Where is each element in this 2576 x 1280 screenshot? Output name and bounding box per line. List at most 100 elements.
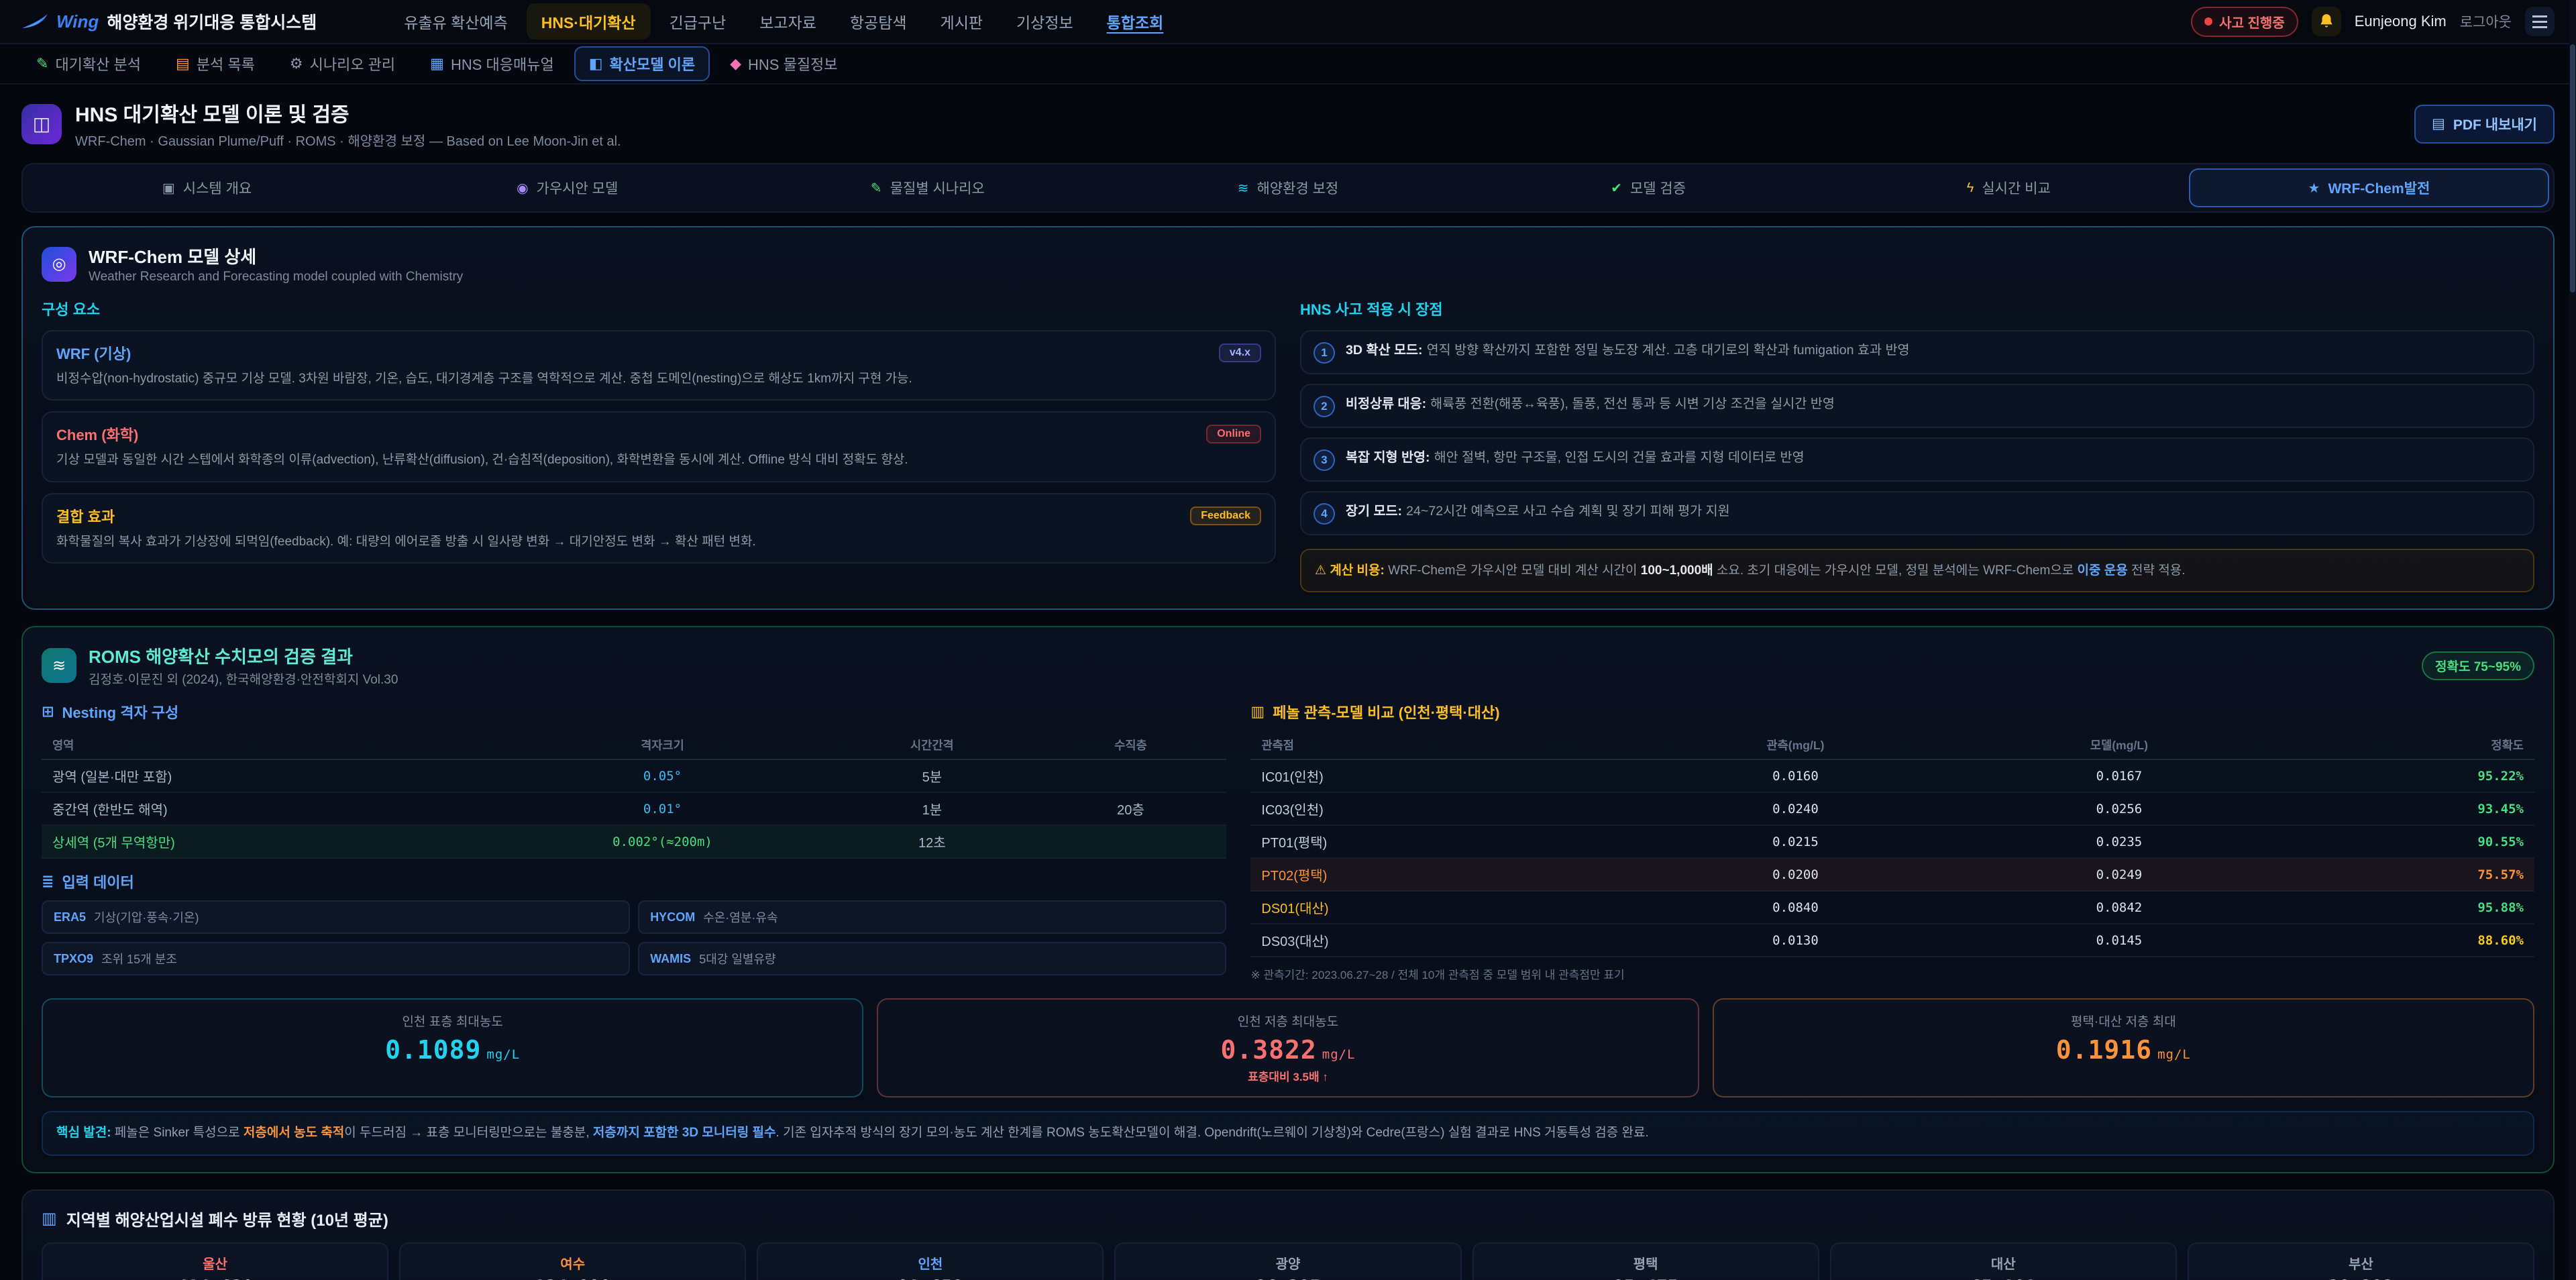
brand-mark: Wing [56,11,99,32]
page-header: ◫ HNS 대기확산 모델 이론 및 검증 WRF-Chem · Gaussia… [0,85,2576,160]
list-icon: ▤ [176,55,190,72]
pencil-icon: ✎ [36,55,48,72]
subnav-item-hns-substance-info[interactable]: ◆ HNS 물질정보 [715,46,852,81]
nesting-heading: ⊞ Nesting 격자 구성 [42,701,1226,723]
inputs-title: 입력 데이터 [62,871,133,892]
component-name: WRF (기상) [56,342,131,364]
cell-model: 0.0235 [1957,835,2281,849]
tab-gaussian-model[interactable]: ◉가우시안 모델 [387,168,747,207]
subnav-item-dispersion-analysis[interactable]: ✎ 대기확산 분석 [21,46,156,81]
phenol-heading: ▥ 페놀 관측-모델 비교 (인천·평택·대산) [1250,701,2534,723]
notifications-button[interactable] [2312,7,2341,36]
pencil-icon: ✎ [871,180,882,197]
advantage-text: 24~72시간 예측으로 사고 수습 계획 및 장기 피해 평가 지원 [1406,504,1730,519]
menu-toggle-button[interactable] [2525,7,2555,36]
cell-accuracy: 90.55% [2281,835,2524,849]
subnav-label: HNS 대응매뉴얼 [451,53,554,74]
tab-model-validation[interactable]: ✔모델 검증 [1468,168,1829,207]
discharge-heading: ▥ 지역별 해양산업시설 폐수 방류 현황 (10년 평균) [42,1207,2534,1230]
nav-item-hns-dispersion[interactable]: HNS·대기확산 [527,3,651,40]
subnav-item-analysis-list[interactable]: ▤ 분석 목록 [161,46,270,81]
cell-model: 0.0249 [1957,867,2281,882]
nav-item-oil-spill[interactable]: 유출유 확산예측 [389,3,523,40]
table-row: IC03(인천) 0.0240 0.0256 93.45% [1250,793,2534,826]
metric-label: 인천 저층 최대농도 [892,1012,1684,1030]
metric-label: 인천 표층 최대농도 [56,1012,849,1030]
wave-icon: ≋ [42,648,76,683]
subnav-item-hns-manual[interactable]: ▦ HNS 대응매뉴얼 [415,46,569,81]
wrf-card-title: WRF-Chem 모델 상세 [89,244,463,268]
region-stat-gwangyang: 광양 86,395 m³/일 741 kg/일 [1114,1242,1461,1280]
metric-value: 0.3822 [1220,1035,1316,1065]
number-badge: 1 [1313,342,1335,364]
page-icon: ◫ [21,104,62,144]
cell-accuracy: 93.45% [2281,802,2524,816]
phenol-table-note: ※ 관측기간: 2023.06.27~28 / 전체 10개 관측점 중 모델 … [1250,965,2534,982]
table-row: IC01(인천) 0.0160 0.0167 95.22% [1250,760,2534,793]
nesting-title: Nesting 격자 구성 [62,701,178,723]
wrf-components-column: 구성 요소 WRF (기상) v4.x 비정수압(non-hydrostatic… [42,298,1276,592]
advantage-item: 3 복잡 지형 반영:해안 절벽, 항만 구조물, 인접 도시의 건물 효과를 … [1300,437,2534,482]
advantage-text: 해륙풍 전환(해풍↔육풍), 돌풍, 전선 통과 등 시변 기상 조건을 실시간… [1430,396,1835,411]
subnav-item-model-theory[interactable]: ◧ 확산모델 이론 [574,46,710,81]
cell-region: 중간역 (한반도 해역) [52,799,506,818]
col-header: 관측(mg/L) [1633,737,1957,753]
advantage-text: 연직 방향 확산까지 포함한 정밀 농도장 계산. 고층 대기로의 확산과 fu… [1427,343,1910,358]
pdf-export-button[interactable]: ▤ PDF 내보내기 [2414,105,2555,144]
roms-card-title: ROMS 해양확산 수치모의 검증 결과 [89,643,398,668]
nav-item-reports[interactable]: 보고자료 [745,3,831,40]
cell-step: 1분 [818,799,1045,818]
pdf-export-label: PDF 내보내기 [2453,114,2537,134]
input-desc: 기상(기압·풍속·기온) [94,908,199,926]
wave-icon: ≋ [1238,180,1249,197]
nav-item-emergency-rescue[interactable]: 긴급구난 [655,3,741,40]
model-icon: ◧ [589,55,603,72]
grid-icon: ⊞ [42,703,54,721]
cell-layers: 20층 [1046,799,1216,818]
brand-logo[interactable]: Wing 해양환경 위기대응 통합시스템 [21,9,317,34]
component-description: 비정수압(non-hydrostatic) 중규모 기상 모델. 3차원 바람장… [56,369,1261,388]
tab-system-overview[interactable]: ▣시스템 개요 [27,168,387,207]
cell-model: 0.0842 [1957,900,2281,915]
col-header: 격자크기 [506,737,818,753]
region-value: 85,475 [1482,1277,1810,1280]
table-header-row: 영역 격자크기 시간간격 수직층 [42,731,1226,760]
nav-item-weather[interactable]: 기상정보 [1002,3,1088,40]
nav-item-board[interactable]: 게시판 [926,3,998,40]
component-name: 결합 효과 [56,505,115,527]
monitor-icon: ▣ [162,180,175,197]
gear-icon: ⚙ [290,55,303,72]
table-row: DS03(대산) 0.0130 0.0145 88.60% [1250,924,2534,957]
number-badge: 4 [1313,503,1335,525]
discharge-statistics-card: ▥ 지역별 해양산업시설 폐수 방류 현황 (10년 평균) 울산 414,62… [21,1189,2555,1280]
tab-label: WRF-Chem발전 [2328,178,2430,198]
input-chip-tpxo9: TPXO9조위 15개 분조 [42,942,630,975]
incident-status-badge[interactable]: 사고 진행중 [2191,7,2298,37]
nav-item-integrated-search[interactable]: 통합조회 [1092,3,1179,40]
cell-observed: 0.0160 [1633,769,1957,784]
input-name: ERA5 [54,910,86,924]
tab-realtime-comparison[interactable]: ϟ실시간 비교 [1829,168,2189,207]
advantage-lead: 비정상류 대응: [1346,396,1426,411]
table-row-highlight: 상세역 (5개 무역항만) 0.002°(≈200m) 12초 [42,826,1226,859]
region-name: 광양 [1124,1253,1452,1273]
logout-button[interactable]: 로그아웃 [2460,11,2512,32]
region-name: 울산 [51,1253,379,1273]
tab-substance-scenario[interactable]: ✎물질별 시나리오 [747,168,1108,207]
subnav-label: 분석 목록 [197,53,255,74]
tab-marine-correction[interactable]: ≋해양환경 보정 [1108,168,1468,207]
globe-icon: ◎ [42,247,76,282]
page-scrollbar-thumb[interactable] [2570,44,2575,292]
bell-icon [2318,13,2335,30]
roms-card-subtitle: 김정호·이문진 외 (2024), 한국해양환경·안전학회지 Vol.30 [89,670,398,688]
subnav-item-scenario-management[interactable]: ⚙ 시나리오 관리 [275,46,410,81]
version-badge: v4.x [1219,343,1261,362]
cell-accuracy: 75.57% [2281,867,2524,882]
wrf-card-header: ◎ WRF-Chem 모델 상세 Weather Research and Fo… [42,244,2534,284]
incident-dot-icon [2204,17,2212,25]
nav-item-aerial-search[interactable]: 항공탐색 [835,3,922,40]
inputs-heading: ≣ 입력 데이터 [42,871,1226,892]
input-name: TPXO9 [54,952,93,966]
tab-wrf-chem-advance[interactable]: ★WRF-Chem발전 [2189,168,2549,207]
top-navigation-bar: Wing 해양환경 위기대응 통합시스템 유출유 확산예측 HNS·대기확산 긴… [0,0,2576,44]
